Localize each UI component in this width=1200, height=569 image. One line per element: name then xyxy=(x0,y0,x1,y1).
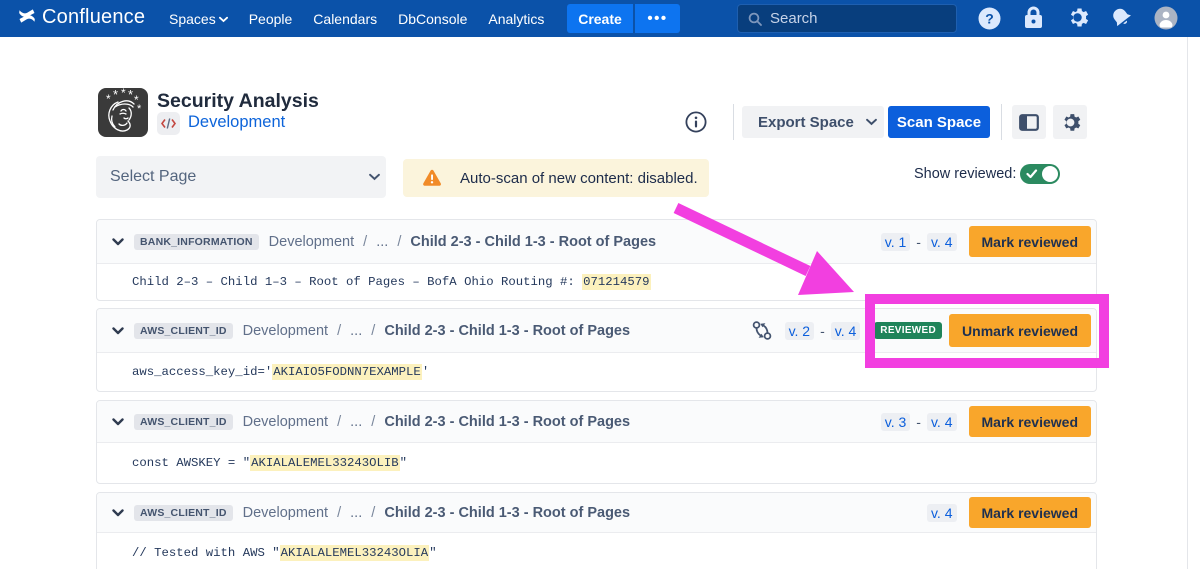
svg-text:*: * xyxy=(106,92,111,106)
svg-text:*: * xyxy=(137,103,142,115)
svg-text:*: * xyxy=(121,88,126,100)
svg-text:*: * xyxy=(128,88,133,102)
svg-text:?: ? xyxy=(985,10,994,26)
svg-text:*: * xyxy=(113,88,118,102)
